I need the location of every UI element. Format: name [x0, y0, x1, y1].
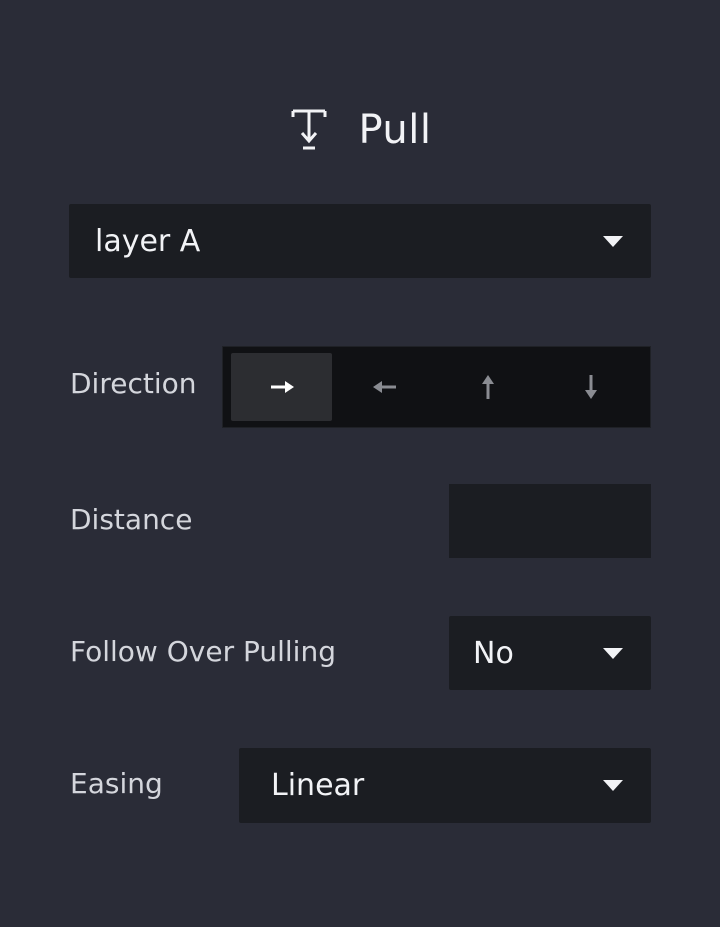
panel-title: Pull: [358, 107, 432, 153]
direction-right-button[interactable]: [231, 353, 333, 421]
direction-up-button[interactable]: [438, 353, 539, 421]
arrow-left-icon: [372, 381, 396, 393]
follow-over-pulling-value: No: [473, 635, 514, 671]
pull-settings-panel: Pull layer A Direction Distance Follow O…: [0, 0, 720, 927]
direction-down-button[interactable]: [541, 353, 642, 421]
easing-select[interactable]: Linear: [239, 748, 651, 823]
follow-over-pulling-label: Follow Over Pulling: [70, 635, 336, 668]
arrow-up-icon: [482, 375, 495, 399]
follow-over-pulling-select[interactable]: No: [449, 616, 651, 690]
direction-selector: [222, 346, 651, 428]
chevron-down-icon: [603, 235, 623, 247]
direction-left-button[interactable]: [334, 353, 435, 421]
distance-label: Distance: [70, 503, 193, 536]
chevron-down-icon: [603, 780, 623, 791]
chevron-down-icon: [603, 647, 623, 659]
easing-value: Linear: [271, 768, 365, 803]
arrow-down-icon: [585, 375, 598, 399]
panel-header: Pull: [0, 100, 720, 160]
pull-down-icon: [289, 108, 329, 152]
layer-select-value: layer A: [95, 223, 201, 259]
direction-label: Direction: [70, 367, 197, 400]
layer-select[interactable]: layer A: [69, 204, 651, 278]
easing-label: Easing: [70, 767, 163, 800]
arrow-right-icon: [270, 381, 294, 393]
distance-input[interactable]: [449, 484, 651, 558]
